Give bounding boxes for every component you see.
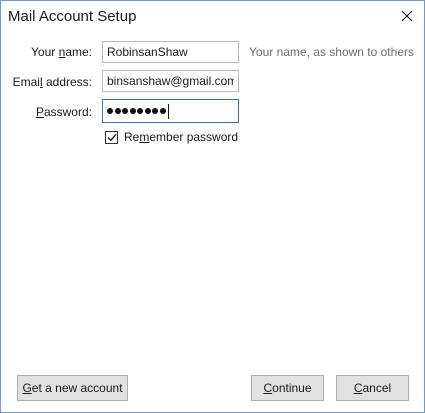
continue-button[interactable]: Continue	[251, 375, 324, 401]
cancel-text: ancel	[362, 381, 392, 395]
mail-account-setup-dialog: Mail Account Setup Your name: Your name,…	[0, 0, 425, 413]
password-input[interactable]	[102, 99, 239, 123]
remember-label-access-key: m	[139, 130, 150, 144]
name-input[interactable]	[102, 41, 239, 63]
remember-label-text: Re	[124, 130, 140, 144]
get-new-account-text: et a new account	[31, 381, 123, 395]
get-new-account-access-key: G	[22, 381, 32, 395]
name-label: Your name:	[31, 45, 92, 59]
text-caret	[168, 103, 169, 119]
email-label-text-end: address:	[42, 75, 92, 89]
remember-label-text-end: ember password	[149, 130, 239, 144]
remember-password-checkbox[interactable]	[105, 130, 118, 144]
name-hint: Your name, as shown to others	[249, 45, 414, 59]
password-dot	[114, 108, 121, 114]
remember-password-label[interactable]: Remember password	[124, 130, 238, 144]
get-new-account-button[interactable]: Get a new account	[17, 375, 128, 401]
password-label-text: assword:	[43, 105, 92, 119]
password-dot	[159, 108, 166, 114]
email-input[interactable]	[102, 70, 239, 92]
continue-text: ontinue	[272, 381, 312, 395]
title-bar: Mail Account Setup	[1, 1, 424, 33]
checkmark-icon	[107, 133, 116, 141]
close-icon	[401, 10, 413, 22]
password-dot	[152, 108, 158, 114]
password-dot	[144, 108, 151, 114]
password-label-access-key: P	[35, 105, 44, 119]
dialog-title: Mail Account Setup	[8, 8, 137, 25]
name-label-text-end: ame:	[65, 45, 92, 59]
remember-password-row[interactable]: Remember password	[105, 130, 238, 144]
email-label: Email address:	[13, 75, 92, 89]
password-dot	[107, 108, 113, 114]
password-dot	[122, 108, 128, 114]
cancel-access-key: C	[353, 381, 363, 395]
name-label-text: Your	[31, 45, 59, 59]
continue-access-key: C	[263, 381, 273, 395]
cancel-button[interactable]: Cancel	[336, 375, 409, 401]
password-dot	[129, 108, 136, 114]
password-label: Password:	[36, 105, 92, 119]
password-dot	[137, 108, 143, 114]
email-label-text: Emai	[12, 75, 40, 89]
close-button[interactable]	[390, 1, 424, 31]
